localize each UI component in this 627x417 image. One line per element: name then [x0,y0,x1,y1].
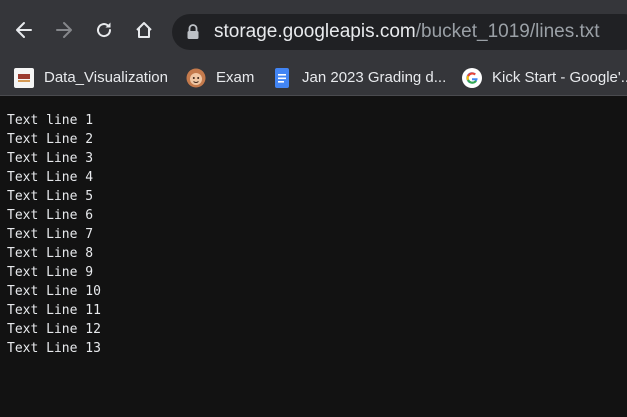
text-line: Text Line 3 [7,151,94,166]
forward-button[interactable] [47,13,81,47]
text-line: Text Line 7 [7,227,94,242]
text-line: Text Line 6 [7,208,94,223]
arrow-left-icon [16,22,32,38]
text-line: Text Line 12 [7,322,101,337]
reload-button[interactable] [87,13,121,47]
bookmark-label: Exam [216,69,255,86]
home-icon [136,22,152,38]
url-text[interactable]: storage.googleapis.com/bucket_1019/lines… [214,20,600,44]
text-line: Text Line 10 [7,284,101,299]
bookmark-exam[interactable]: Exam [186,60,254,95]
reload-icon [97,22,112,38]
face-favicon [186,68,206,87]
text-document: Text line 1 Text Line 2 Text Line 3 Text Li… [7,111,101,358]
text-line: Text Line 11 [7,303,101,318]
google-g-icon [462,67,482,88]
back-button[interactable] [7,13,41,47]
url-path: /bucket_1019/lines.txt [415,21,600,42]
bookmark-jan-2023-grading[interactable]: Jan 2023 Grading d... [272,60,446,95]
google-docs-icon [275,67,289,88]
text-line: Text Line 5 [7,189,94,204]
arrow-right-icon [56,22,72,38]
text-line: Text Line 2 [7,132,94,147]
bookmark-label: Data_Visualization [44,69,168,86]
text-line: Text Line 4 [7,170,94,185]
url-host: storage.googleapis.com [214,21,416,42]
bookmark-kick-start[interactable]: Kick Start - Google'... [462,60,627,95]
text-line: Text line 1 [7,113,94,128]
text-line: Text Line 9 [7,265,94,280]
bookmark-label: Jan 2023 Grading d... [302,69,447,86]
home-button[interactable] [127,13,161,47]
bookmarks-bar: Data_Visualization Exam Jan 2023 Grading… [0,60,627,96]
address-bar[interactable]: storage.googleapis.com/bucket_1019/lines… [172,14,627,50]
text-line: Text Line 13 [7,341,101,356]
site-favicon [14,67,34,88]
bookmark-data-visualization[interactable]: Data_Visualization [14,60,168,95]
browser-toolbar: storage.googleapis.com/bucket_1019/lines… [0,0,627,60]
bookmark-label: Kick Start - Google'... [492,69,627,86]
text-line: Text Line 8 [7,246,94,261]
lock-icon[interactable] [186,24,200,40]
